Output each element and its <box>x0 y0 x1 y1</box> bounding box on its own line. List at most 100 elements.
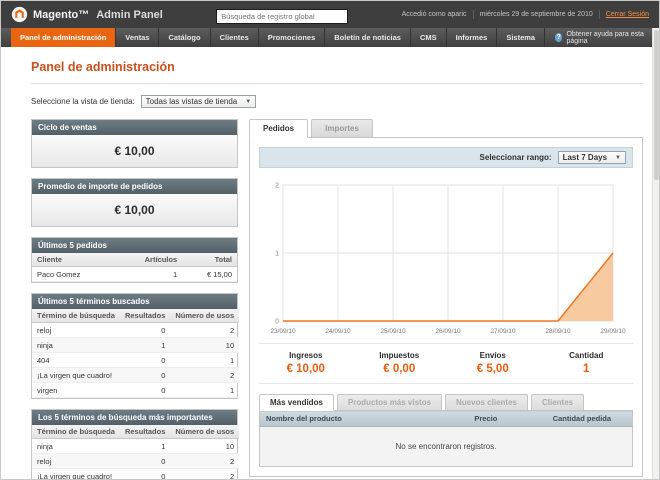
average-orders-value: € 10,00 <box>32 194 237 226</box>
dashboard-content: Panel de administración Seleccione la vi… <box>1 47 659 479</box>
column-header: Número de usos <box>170 425 240 439</box>
tab-importes[interactable]: Importes <box>311 119 373 138</box>
cell-term: reloj <box>32 453 120 469</box>
magento-admin-window: Magento™ Admin Panel Accedió como aparic… <box>0 0 660 480</box>
cell-results: 0 <box>119 382 171 398</box>
range-select[interactable]: Last 7 Days ▼ <box>557 151 626 164</box>
cell-uses: 10 <box>170 438 240 454</box>
cell-term: ninja <box>32 438 120 454</box>
tab-productos-mas-vistos[interactable]: Productos más vistos <box>336 394 443 411</box>
table-row[interactable]: 404 0 1 <box>32 352 240 368</box>
svg-text:29/09/10: 29/09/10 <box>600 328 626 335</box>
brand-panel-title: Admin Panel <box>96 8 163 21</box>
nav-item-clientes[interactable]: Clientes <box>211 28 259 47</box>
page-title: Panel de administración <box>31 60 175 74</box>
cell-uses: 10 <box>170 337 240 353</box>
svg-text:1: 1 <box>275 251 279 258</box>
table-row[interactable]: ¡La virgen que cuadro! 0 2 <box>32 367 240 383</box>
column-header: Término de búsqueda <box>32 309 120 323</box>
empty-row: No se encontraron registros. <box>259 426 633 467</box>
search-input[interactable] <box>216 8 349 24</box>
nav-item-ventas[interactable]: Ventas <box>116 28 160 47</box>
table-row[interactable]: reloj 0 2 <box>32 322 240 338</box>
chart-panel: Seleccionar rango: Last 7 Days ▼ 0 1 2 23/0… <box>249 137 643 477</box>
cell-results: 1 <box>119 438 171 454</box>
last-search-table: Término de búsqueda Resultados Número de… <box>32 309 240 398</box>
column-header: Total <box>182 253 237 267</box>
logout-link[interactable]: Cerrar Sesión <box>606 11 649 18</box>
vertical-scrollbar[interactable] <box>652 28 659 479</box>
svg-text:24/09/10: 24/09/10 <box>325 328 351 335</box>
session-info: Accedió como aparic miércoles 29 de sept… <box>402 10 649 19</box>
table-row[interactable]: Paco Gomez 1 € 15,00 <box>32 266 237 282</box>
cell-results: 0 <box>119 322 171 338</box>
svg-text:25/09/10: 25/09/10 <box>380 328 406 335</box>
cell-uses: 2 <box>170 468 240 479</box>
card-title: Últimos 5 pedidos <box>32 238 237 253</box>
help-link[interactable]: ? Obtener ayuda para esta página <box>545 28 659 47</box>
card-title: Promedio de importe de pedidos <box>32 179 237 194</box>
nav-item-informes[interactable]: Informes <box>447 28 498 47</box>
table-row[interactable]: virgen 0 1 <box>32 382 240 398</box>
svg-text:23/09/10: 23/09/10 <box>270 328 296 335</box>
stat-impuestos: Impuestos € 0,00 <box>353 351 447 375</box>
last-orders-table: Cliente Artículos Total Paco Gomez 1 € 1… <box>32 253 237 282</box>
chart-tabs: Pedidos Importes <box>249 119 643 138</box>
stat-envios: Envíos € 5,00 <box>446 351 540 375</box>
top-search-card: Los 5 términos de búsqueda más important… <box>31 409 240 479</box>
nav-item-cms[interactable]: CMS <box>411 28 447 47</box>
cell-uses: 2 <box>170 453 240 469</box>
table-row[interactable]: ninja 1 10 <box>32 438 240 454</box>
column-header: Cantidad pedida <box>546 410 633 427</box>
orders-chart-wrap: 0 1 2 23/09/10 24/09/10 25/09/10 26/09/10 27/09… <box>259 177 633 337</box>
top-bar: Magento™ Admin Panel Accedió como aparic… <box>1 1 659 28</box>
average-orders-card: Promedio de importe de pedidos € 10,00 <box>31 178 238 227</box>
cell-term: reloj <box>32 322 120 338</box>
logged-in-as: Accedió como aparic <box>401 11 467 18</box>
help-label: Obtener ayuda para esta página <box>566 30 644 45</box>
cell-uses: 1 <box>170 382 240 398</box>
cell-results: 1 <box>119 337 171 353</box>
chevron-down-icon: ▼ <box>615 154 621 161</box>
tab-pedidos[interactable]: Pedidos <box>249 119 309 138</box>
lifetime-sales-value: € 10,00 <box>32 135 237 167</box>
orders-area-chart: 0 1 2 23/09/10 24/09/10 25/09/10 26/09/10 27/09… <box>270 183 626 336</box>
nav-item-boletin[interactable]: Boletín de noticias <box>325 28 411 47</box>
column-header: Artículos <box>115 253 183 267</box>
cell-term: 404 <box>32 352 120 368</box>
brand-name: Magento™ <box>33 8 90 21</box>
scrollbar-thumb[interactable] <box>654 30 659 180</box>
card-title: Ciclo de ventas <box>32 120 237 135</box>
stat-label: Envíos <box>479 351 506 360</box>
stat-label: Impuestos <box>379 351 420 360</box>
range-row: Seleccionar rango: Last 7 Days ▼ <box>259 147 633 168</box>
tab-clientes[interactable]: Clientes <box>530 394 585 411</box>
column-header: Cliente <box>32 253 116 267</box>
column-header: Precio <box>468 410 547 427</box>
column-header: Número de usos <box>170 309 240 323</box>
nav-item-dashboard[interactable]: Panel de administración <box>11 28 117 47</box>
top-search-table: Término de búsqueda Resultados Número de… <box>32 425 240 479</box>
nav-item-promociones[interactable]: Promociones <box>259 28 326 47</box>
store-view-value: Todas las vistas de tienda <box>145 97 238 106</box>
table-row[interactable]: ¡La virgen que cuadro! 0 2 <box>32 468 240 479</box>
nav-item-catalogo[interactable]: Catálogo <box>159 28 211 47</box>
stat-cantidad: Cantidad 1 <box>540 351 634 375</box>
table-row[interactable]: ninja 1 10 <box>32 337 240 353</box>
column-header: Resultados <box>119 425 171 439</box>
cell-uses: 2 <box>170 322 240 338</box>
nav-item-sistema[interactable]: Sistema <box>497 28 546 47</box>
products-grid: Nombre del producto Precio Cantidad pedi… <box>259 410 633 467</box>
svg-text:26/09/10: 26/09/10 <box>435 328 461 335</box>
tab-mas-vendidos[interactable]: Más vendidos <box>259 394 334 411</box>
cell-term: ninja <box>32 337 120 353</box>
tab-nuevos-clientes[interactable]: Nuevos clientes <box>445 394 528 411</box>
card-title: Últimos 5 términos buscados <box>32 294 237 309</box>
divider <box>31 83 643 84</box>
store-view-select[interactable]: Todas las vistas de tienda ▼ <box>140 95 257 108</box>
divider <box>598 10 600 19</box>
table-row[interactable]: reloj 0 2 <box>32 453 240 469</box>
cell-results: 0 <box>119 468 171 479</box>
cell-results: 0 <box>119 367 171 383</box>
stat-value: 1 <box>583 363 590 375</box>
